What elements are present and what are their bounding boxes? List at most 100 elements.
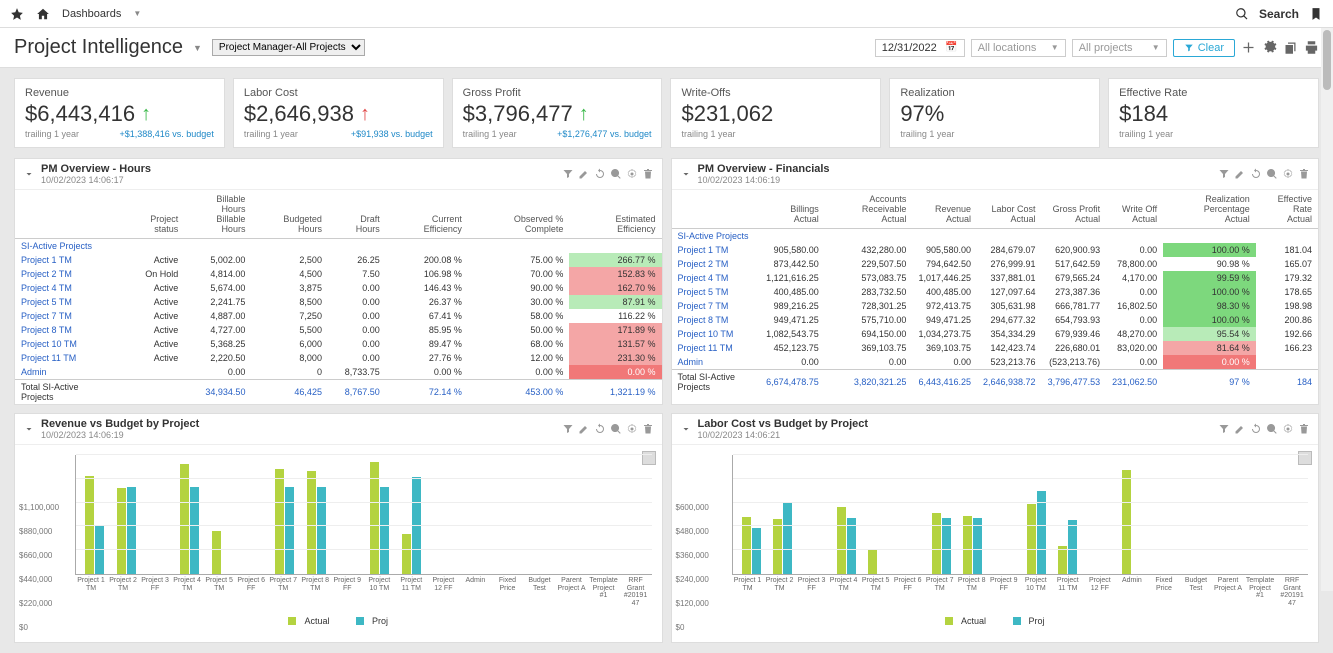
row-link[interactable]: Project 7 TM (15, 309, 118, 323)
row-link[interactable]: Project 1 TM (672, 243, 761, 257)
bar[interactable] (370, 462, 379, 574)
gear-icon[interactable] (1262, 40, 1277, 55)
bar[interactable] (868, 549, 877, 574)
row-link[interactable]: Project 4 TM (672, 271, 761, 285)
collapse-icon[interactable] (680, 168, 692, 180)
bar[interactable] (973, 518, 982, 574)
bar[interactable] (837, 507, 846, 574)
row-link[interactable]: Project 4 TM (15, 281, 118, 295)
filter-icon[interactable] (1218, 423, 1230, 435)
scrollbar[interactable] (1321, 28, 1333, 591)
clear-button[interactable]: Clear (1173, 39, 1235, 57)
bar[interactable] (285, 487, 294, 574)
bar[interactable] (963, 516, 972, 575)
bar[interactable] (402, 534, 411, 574)
bookmark-icon[interactable] (1309, 7, 1323, 21)
row-link[interactable]: Admin (672, 355, 761, 370)
row-link[interactable]: Project 1 TM (15, 253, 118, 267)
bar[interactable] (1122, 470, 1131, 574)
filter-icon[interactable] (562, 168, 574, 180)
projects-select[interactable]: All projects▼ (1072, 39, 1167, 57)
row-link[interactable]: Project 11 TM (15, 351, 118, 365)
cell: 305,631.98 (977, 299, 1042, 313)
edit-icon[interactable] (1234, 423, 1246, 435)
dashboards-menu[interactable]: Dashboards (62, 8, 121, 20)
bar[interactable] (1037, 491, 1046, 574)
row-link[interactable]: Project 8 TM (672, 313, 761, 327)
bar[interactable] (783, 503, 792, 574)
legend-item[interactable]: Actual (304, 616, 329, 626)
bar[interactable] (307, 471, 316, 574)
bar[interactable] (773, 519, 782, 574)
bar[interactable] (380, 487, 389, 574)
legend-item[interactable]: Actual (961, 616, 986, 626)
gear-icon[interactable] (626, 168, 638, 180)
search-icon[interactable] (1266, 423, 1278, 435)
bar[interactable] (275, 469, 284, 574)
trash-icon[interactable] (1298, 168, 1310, 180)
bar-group (207, 455, 237, 574)
row-link[interactable]: Project 5 TM (672, 285, 761, 299)
print-icon[interactable] (1304, 40, 1319, 55)
bar[interactable] (1068, 520, 1077, 574)
search-icon[interactable] (1235, 7, 1249, 21)
row-link[interactable]: Admin (15, 365, 118, 380)
row-link[interactable]: Project 5 TM (15, 295, 118, 309)
edit-icon[interactable] (578, 423, 590, 435)
refresh-icon[interactable] (1250, 423, 1262, 435)
collapse-icon[interactable] (23, 423, 35, 435)
collapse-icon[interactable] (680, 423, 692, 435)
collapse-icon[interactable] (23, 168, 35, 180)
locations-select[interactable]: All locations▼ (971, 39, 1066, 57)
cell: 127,097.64 (977, 285, 1042, 299)
plus-icon[interactable] (1241, 40, 1256, 55)
row-link[interactable]: Project 7 TM (672, 299, 761, 313)
gear-icon[interactable] (1282, 423, 1294, 435)
filter-icon[interactable] (562, 423, 574, 435)
bar[interactable] (212, 531, 221, 574)
group-header[interactable]: SI-Active Projects (15, 239, 662, 254)
bar[interactable] (932, 513, 941, 574)
star-icon[interactable] (10, 7, 24, 21)
filter-icon[interactable] (1218, 168, 1230, 180)
refresh-icon[interactable] (594, 423, 606, 435)
row-link[interactable]: Project 10 TM (672, 327, 761, 341)
refresh-icon[interactable] (1250, 168, 1262, 180)
bar[interactable] (752, 528, 761, 574)
scrollbar-thumb[interactable] (1323, 30, 1331, 90)
bar[interactable] (847, 518, 856, 574)
bar[interactable] (942, 518, 951, 574)
refresh-icon[interactable] (594, 168, 606, 180)
trash-icon[interactable] (642, 168, 654, 180)
edit-icon[interactable] (1234, 168, 1246, 180)
search-icon[interactable] (610, 423, 622, 435)
date-input[interactable]: 12/31/2022 📅 (875, 39, 965, 57)
trash-icon[interactable] (642, 423, 654, 435)
legend-item[interactable]: Proj (372, 616, 388, 626)
row-link[interactable]: Project 11 TM (672, 341, 761, 355)
home-icon[interactable] (36, 7, 50, 21)
bar[interactable] (190, 487, 199, 574)
trash-icon[interactable] (1298, 423, 1310, 435)
copy-icon[interactable] (1283, 40, 1298, 55)
bar-group (523, 455, 553, 574)
bar[interactable] (180, 464, 189, 574)
edit-icon[interactable] (578, 168, 590, 180)
bar[interactable] (1027, 504, 1036, 574)
row-link[interactable]: Project 2 TM (672, 257, 761, 271)
group-header[interactable]: SI-Active Projects (672, 229, 1319, 244)
gear-icon[interactable] (1282, 168, 1294, 180)
chevron-down-icon[interactable]: ▼ (133, 9, 141, 18)
bar[interactable] (127, 487, 136, 574)
row-link[interactable]: Project 8 TM (15, 323, 118, 337)
bar[interactable] (317, 487, 326, 574)
project-manager-select[interactable]: Project Manager-All Projects (212, 39, 365, 56)
search-label[interactable]: Search (1259, 7, 1299, 21)
row-link[interactable]: Project 2 TM (15, 267, 118, 281)
chevron-down-icon[interactable]: ▼ (193, 43, 202, 53)
row-link[interactable]: Project 10 TM (15, 337, 118, 351)
search-icon[interactable] (1266, 168, 1278, 180)
gear-icon[interactable] (626, 423, 638, 435)
search-icon[interactable] (610, 168, 622, 180)
legend-item[interactable]: Proj (1029, 616, 1045, 626)
